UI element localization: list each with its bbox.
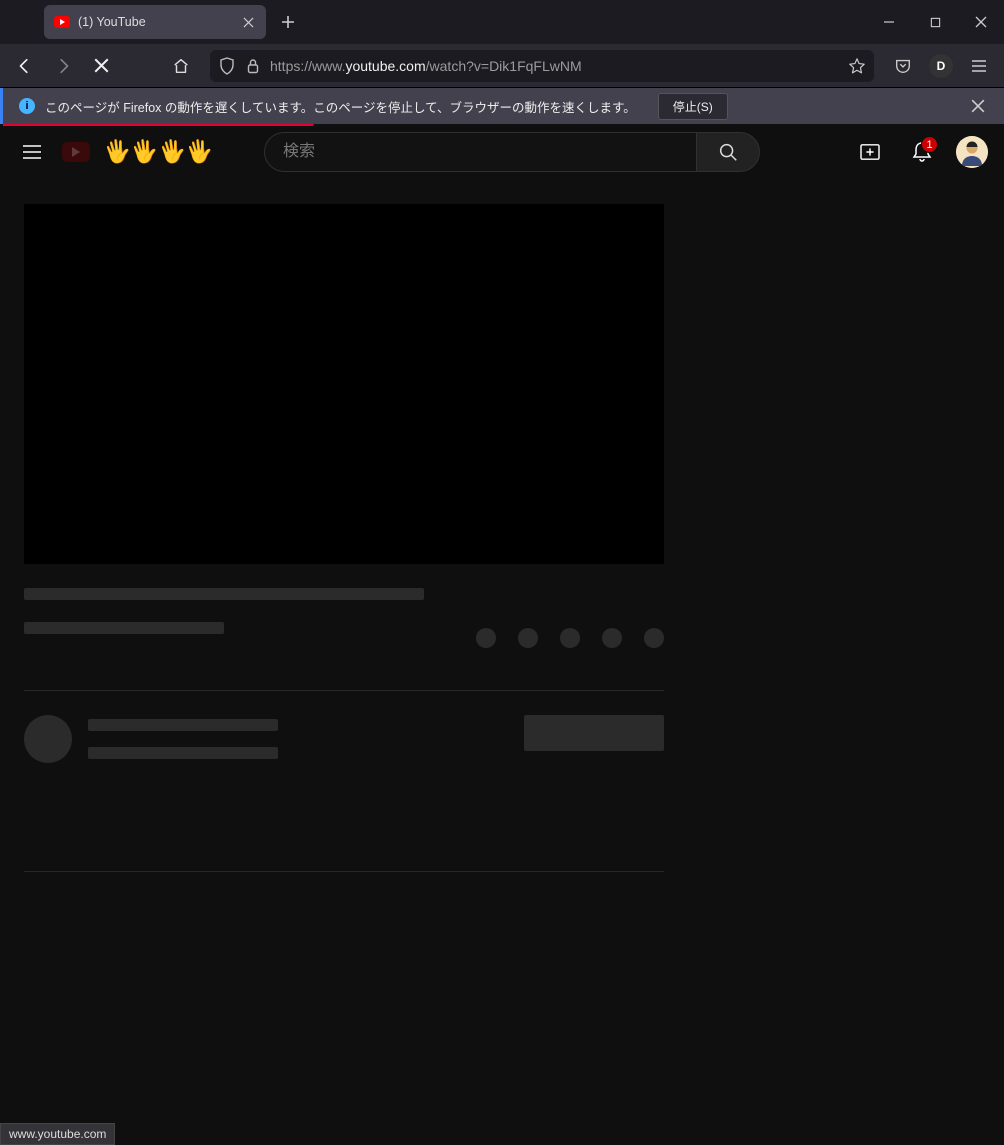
youtube-logo-icon <box>62 142 90 162</box>
skeleton-subscribe-button <box>524 715 664 751</box>
info-icon: i <box>19 98 35 114</box>
tab-close-button[interactable] <box>240 14 256 30</box>
stop-script-button[interactable]: 停止(S) <box>658 93 728 120</box>
window-controls <box>866 0 1004 44</box>
guide-menu-button[interactable] <box>16 136 48 168</box>
extension-button[interactable]: D <box>924 50 958 82</box>
youtube-favicon-icon <box>54 14 70 30</box>
channel-skeleton <box>24 709 664 769</box>
skeleton-channel-line <box>88 747 278 759</box>
status-text: www.youtube.com <box>9 1127 106 1141</box>
skeleton-dot <box>560 628 580 648</box>
home-button[interactable] <box>164 50 198 82</box>
browser-toolbar: https://www.youtube.com/watch?v=Dik1FqFL… <box>0 44 1004 88</box>
logo-doodle-hands-icon: 🖐 🖐 🖐 🖐 <box>104 141 214 163</box>
search-input[interactable] <box>264 132 696 172</box>
skeleton-action-dots <box>476 628 664 648</box>
slow-script-notification: i このページが Firefox の動作を遅くしています。このページを停止して、… <box>0 88 1004 124</box>
tracking-protection-icon[interactable] <box>218 57 236 75</box>
youtube-header: 🖐 🖐 🖐 🖐 1 <box>0 124 1004 180</box>
youtube-search <box>264 132 760 172</box>
tab-strip: (1) YouTube <box>0 0 866 44</box>
skeleton-dot <box>602 628 622 648</box>
status-bar: www.youtube.com <box>0 1123 115 1145</box>
back-button[interactable] <box>8 50 42 82</box>
lock-icon[interactable] <box>244 57 262 75</box>
video-player[interactable] <box>24 204 664 564</box>
bookmark-star-icon[interactable] <box>848 57 866 75</box>
youtube-logo[interactable] <box>62 142 90 162</box>
skeleton-subtitle-line <box>24 622 224 634</box>
stop-reload-button[interactable] <box>84 50 118 82</box>
skeleton-channel-line <box>88 719 278 731</box>
extension-badge-label: D <box>929 54 953 78</box>
skeleton-dot <box>518 628 538 648</box>
video-meta-skeleton <box>24 588 664 668</box>
search-button[interactable] <box>696 132 760 172</box>
tab-title: (1) YouTube <box>78 15 232 29</box>
url-host: youtube.com <box>345 58 425 74</box>
skeleton-dot <box>476 628 496 648</box>
primary-column <box>24 204 664 872</box>
skeleton-dot <box>644 628 664 648</box>
notification-close-button[interactable] <box>964 92 992 120</box>
window-close-button[interactable] <box>958 0 1004 44</box>
skeleton-title-line <box>24 588 424 600</box>
account-avatar[interactable] <box>956 136 988 168</box>
skeleton-avatar <box>24 715 72 763</box>
notifications-button[interactable]: 1 <box>904 134 940 170</box>
url-bar[interactable]: https://www.youtube.com/watch?v=Dik1FqFL… <box>210 50 874 82</box>
window-minimize-button[interactable] <box>866 0 912 44</box>
forward-button[interactable] <box>46 50 80 82</box>
window-maximize-button[interactable] <box>912 0 958 44</box>
notifications-badge: 1 <box>921 136 938 153</box>
notification-message: このページが Firefox の動作を遅くしています。このページを停止して、ブラ… <box>45 97 636 116</box>
new-tab-button[interactable] <box>272 8 304 36</box>
url-prefix: https://www. <box>270 58 345 74</box>
browser-tab[interactable]: (1) YouTube <box>44 5 266 39</box>
url-text: https://www.youtube.com/watch?v=Dik1FqFL… <box>270 58 840 74</box>
divider <box>24 871 664 872</box>
pocket-button[interactable] <box>886 50 920 82</box>
url-path: /watch?v=Dik1FqFLwNM <box>426 58 582 74</box>
app-menu-button[interactable] <box>962 50 996 82</box>
divider <box>24 690 664 691</box>
window-titlebar: (1) YouTube <box>0 0 1004 44</box>
youtube-page <box>0 180 1004 872</box>
create-button[interactable] <box>852 134 888 170</box>
